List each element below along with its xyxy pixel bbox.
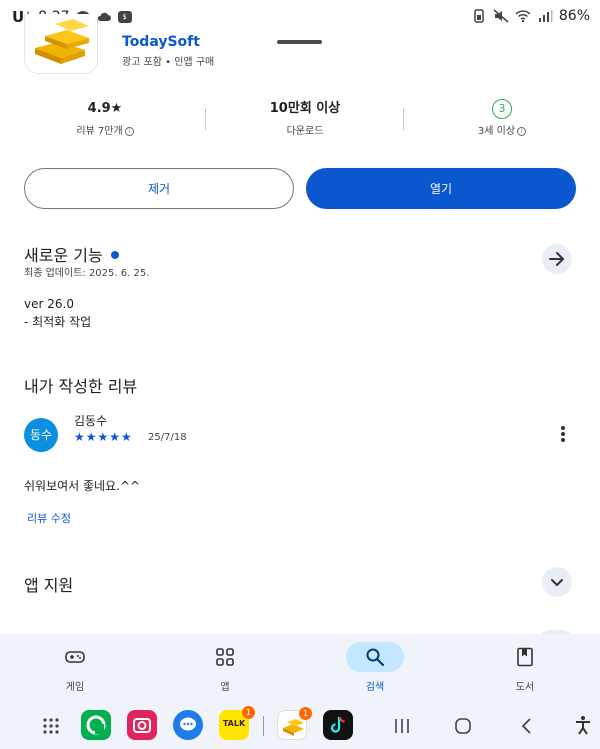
rating-label: 리뷰 7만개 xyxy=(76,126,123,137)
signal-icon xyxy=(538,10,553,22)
last-updated: 최종 업데이트: 2025. 6. 25. xyxy=(24,268,150,279)
camera-app-icon[interactable] xyxy=(127,710,157,740)
nav-books-icon-wrap xyxy=(504,642,546,672)
back-icon[interactable] xyxy=(518,717,536,735)
downloads-value: 10만회 이상 xyxy=(269,101,341,116)
developer-name[interactable]: TodaySoft xyxy=(122,34,200,50)
nav-search-label: 검색 xyxy=(365,682,385,693)
tiktok-app-icon[interactable] xyxy=(323,710,353,740)
phone-icon xyxy=(86,715,106,735)
music-note-icon xyxy=(330,716,345,733)
downloads-stat: 10만회 이상 다운로드 xyxy=(250,98,360,137)
system-taskbar: TALK 1 1 xyxy=(0,702,600,749)
review-date: 25/7/18 xyxy=(148,432,187,443)
book-icon xyxy=(517,647,533,667)
nav-search[interactable]: 검색 xyxy=(346,634,450,702)
app-support-title: 앱 지원 xyxy=(24,576,74,595)
nav-apps-label: 앱 xyxy=(220,682,230,693)
battery-saver-icon xyxy=(474,9,484,23)
avatar: 동수 xyxy=(24,418,58,452)
star-rating: ★★★★★ xyxy=(74,430,133,444)
downloads-label: 다운로드 xyxy=(286,126,324,137)
divider xyxy=(403,108,404,130)
battery-level: 86% xyxy=(558,8,590,24)
divider xyxy=(205,108,206,130)
open-button[interactable]: 열기 xyxy=(306,168,576,209)
nav-games-label: 게임 xyxy=(65,682,85,693)
rating-label-wrap: 리뷰 7만개 i xyxy=(50,122,160,137)
taskbar-divider xyxy=(263,716,264,736)
home-icon[interactable] xyxy=(454,717,472,735)
drag-handle[interactable] xyxy=(277,40,322,44)
reviewer-name: 김동수 xyxy=(74,414,108,428)
phone-app-icon[interactable] xyxy=(81,710,111,740)
nav-search-icon-wrap xyxy=(346,642,404,672)
app-stats: 4.9★ 리뷰 7만개 i 10만회 이상 다운로드 3 3세 이상 i xyxy=(0,98,600,142)
age-rating-stat[interactable]: 3 3세 이상 i xyxy=(447,98,557,137)
search-icon xyxy=(366,648,385,667)
gold-app-badge: 1 xyxy=(299,707,312,720)
whats-new-title: 새로운 기능 xyxy=(24,242,119,266)
nav-games-icon-wrap xyxy=(54,642,96,672)
app-support-expand-button[interactable] xyxy=(542,567,572,597)
arrow-right-icon xyxy=(549,252,564,266)
nav-books[interactable]: 도서 xyxy=(475,634,575,702)
gold-app-icon[interactable]: 1 xyxy=(277,707,312,740)
age-rating-label: 3세 이상 xyxy=(477,126,516,137)
camera-icon xyxy=(133,718,151,733)
kakaotalk-label: TALK xyxy=(222,719,246,728)
app-meta: 광고 포함 • 인앱 구매 xyxy=(122,57,215,68)
chevron-down-icon xyxy=(551,579,563,586)
age-rating-badge: 3 xyxy=(492,99,512,119)
update-note: - 최적화 작업 xyxy=(24,315,92,329)
gamepad-icon xyxy=(65,651,85,663)
info-icon: i xyxy=(124,127,134,136)
review-text: 쉬워보여서 좋네요.^^ xyxy=(24,479,141,493)
app-icon[interactable] xyxy=(24,14,98,74)
rating-stat[interactable]: 4.9★ 리뷰 7만개 i xyxy=(50,98,160,137)
nav-apps-icon-wrap xyxy=(204,642,246,672)
more-options-icon[interactable] xyxy=(556,424,570,446)
age-label-wrap: 3세 이상 i xyxy=(447,122,557,137)
mute-icon xyxy=(493,9,509,23)
accessibility-icon[interactable] xyxy=(573,715,593,735)
nav-books-label: 도서 xyxy=(515,682,535,693)
my-review-title: 내가 작성한 리뷰 xyxy=(24,377,138,396)
kakaotalk-app-icon[interactable]: TALK 1 xyxy=(219,706,255,740)
rating-value: 4.9★ xyxy=(87,101,123,116)
edit-review-link[interactable]: 리뷰 수정 xyxy=(27,510,71,526)
play-store-app-page: U⁺ 8:27 T $ 86% TodaySoft 광고 포함 • 인앱 구매 xyxy=(0,0,600,749)
whats-new-arrow-button[interactable] xyxy=(542,244,572,274)
messages-app-icon[interactable] xyxy=(173,710,203,740)
app-drawer-icon[interactable] xyxy=(42,717,60,735)
dollar-notification-icon: $ xyxy=(117,11,132,23)
whats-new-title-text: 새로운 기능 xyxy=(24,246,103,265)
kakaotalk-badge: 1 xyxy=(242,706,255,719)
new-indicator-dot xyxy=(110,251,119,259)
nav-apps[interactable]: 앱 xyxy=(175,634,275,702)
wifi-icon xyxy=(515,10,531,23)
nav-games[interactable]: 게임 xyxy=(25,634,125,702)
recent-apps-icon[interactable] xyxy=(393,717,411,735)
info-icon: i xyxy=(517,127,527,136)
bottom-navigation: 게임 앱 검색 도서 xyxy=(0,634,600,702)
uninstall-button[interactable]: 제거 xyxy=(24,168,294,209)
gold-bars-icon xyxy=(35,19,89,64)
version-text: ver 26.0 xyxy=(24,297,74,311)
chat-bubble-icon xyxy=(180,717,196,731)
apps-grid-icon xyxy=(216,648,234,666)
